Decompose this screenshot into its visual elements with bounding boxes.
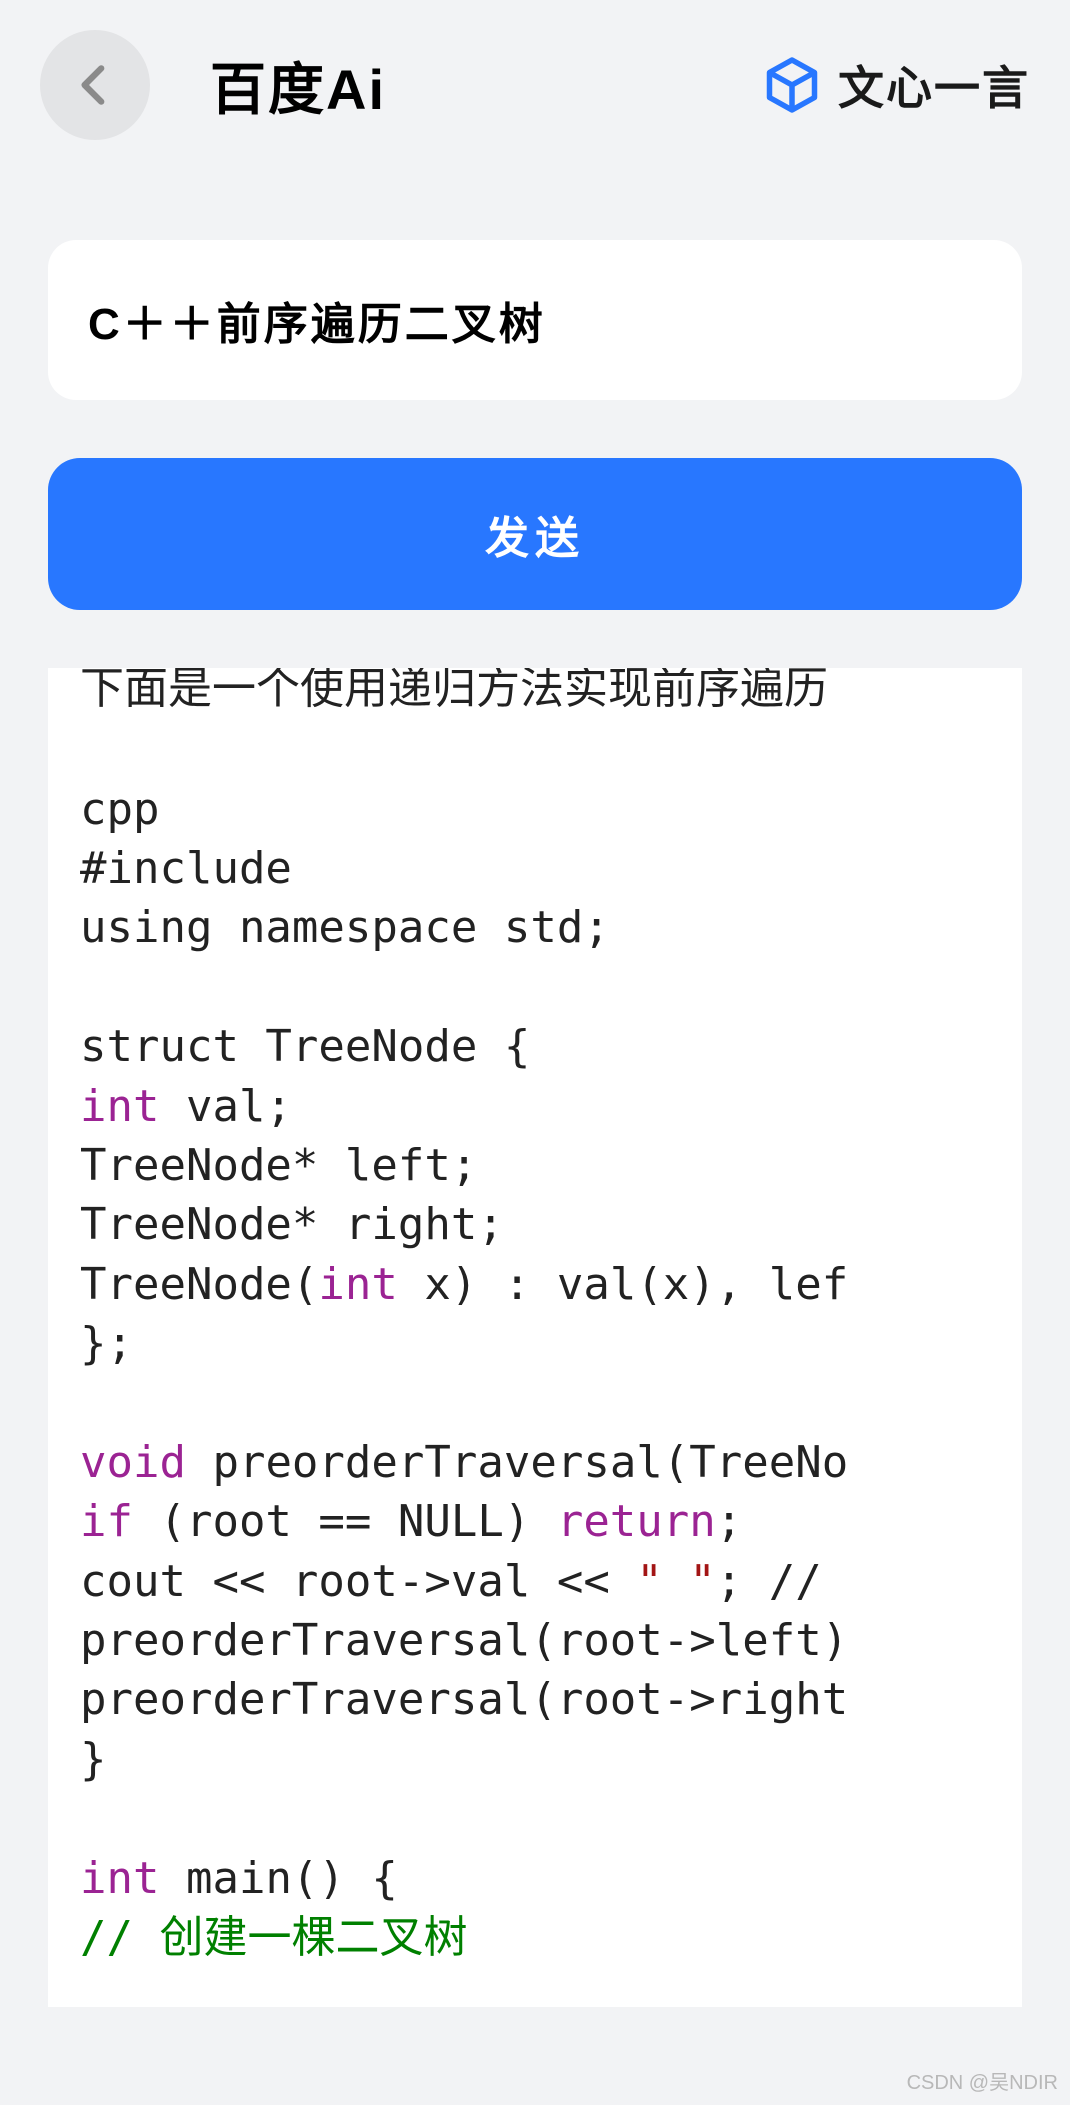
brand-text: 文心一言 xyxy=(838,52,1030,118)
header-left: 百度Ai xyxy=(40,30,386,140)
watermark: CSDN @吴NDIR xyxy=(907,2066,1058,2095)
header: 百度Ai 文心一言 xyxy=(0,0,1070,170)
back-button[interactable] xyxy=(40,30,150,140)
brand[interactable]: 文心一言 xyxy=(762,52,1030,118)
response-intro: 下面是一个使用递归方法实现前序遍历 xyxy=(80,668,990,780)
prompt-input[interactable]: C＋＋前序遍历二叉树 xyxy=(48,240,1022,400)
send-button[interactable]: 发送 xyxy=(48,458,1022,610)
prompt-text: C＋＋前序遍历二叉树 xyxy=(88,300,546,349)
response-card: 下面是一个使用递归方法实现前序遍历 cpp #include using nam… xyxy=(48,668,1022,2007)
arrow-left-icon xyxy=(70,60,120,110)
page-title: 百度Ai xyxy=(210,45,386,126)
code-block: cpp #include using namespace std; struct… xyxy=(80,780,990,1968)
cube-icon xyxy=(762,55,822,115)
content: C＋＋前序遍历二叉树 发送 下面是一个使用递归方法实现前序遍历 cpp #inc… xyxy=(0,240,1070,2007)
